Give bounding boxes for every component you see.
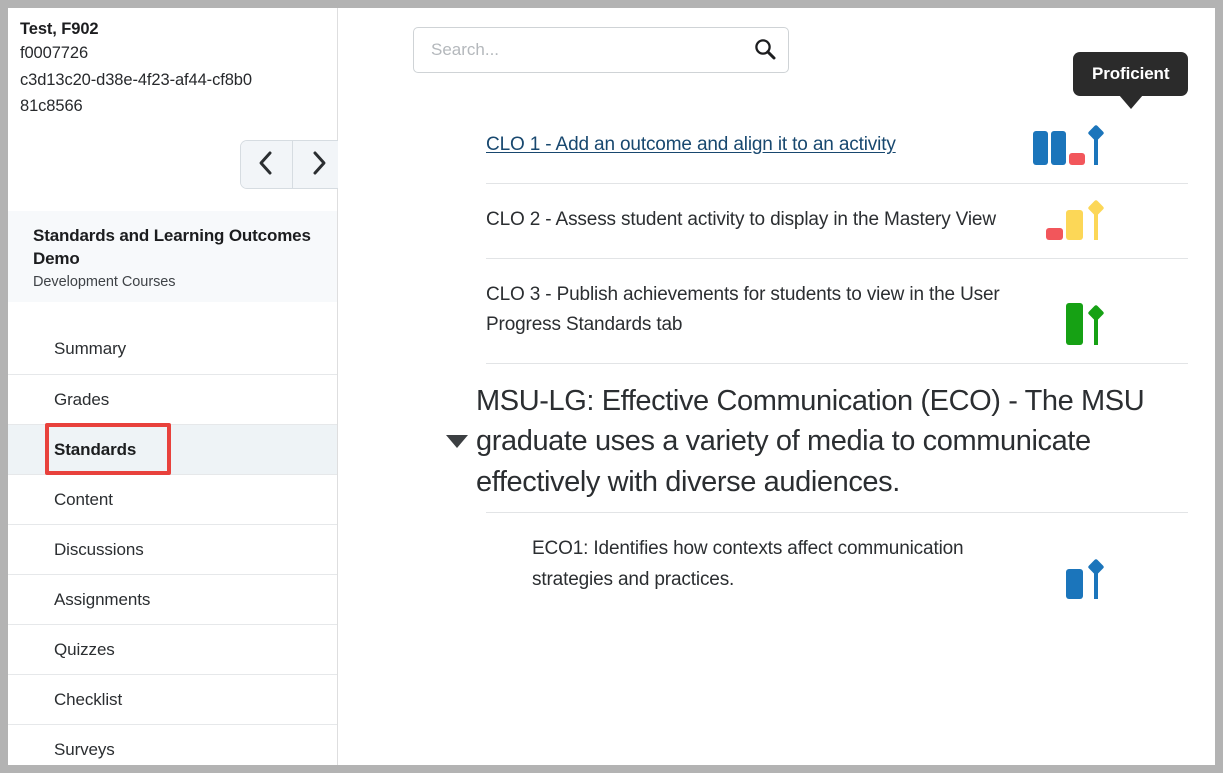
tooltip-label: Proficient	[1092, 64, 1170, 83]
indicator-bar	[1051, 130, 1067, 165]
search-bar	[413, 27, 789, 73]
outcome-link[interactable]: CLO 1 - Add an outcome and align it to a…	[486, 134, 896, 155]
sidebar: Test, F902 f0007726 c3d13c20-d38e-4f23-a…	[8, 8, 343, 765]
indicator-bar	[1046, 227, 1063, 240]
sidebar-item-surveys[interactable]: Surveys	[8, 724, 337, 765]
outcome-row: CLO 2 - Assess student activity to displ…	[338, 182, 1215, 258]
sidebar-item-assignments[interactable]: Assignments	[8, 574, 337, 624]
tooltip-arrow-icon	[1118, 95, 1143, 109]
caret-triangle	[446, 435, 468, 448]
achievement-pin-icon	[1087, 304, 1104, 346]
indicator-bar	[1069, 152, 1085, 165]
sidebar-item-label: Summary	[54, 339, 127, 358]
achievement-pin-icon	[1087, 124, 1105, 165]
achievement-pin-icon	[1087, 199, 1104, 240]
search-input[interactable]	[413, 27, 789, 73]
sidebar-item-label: Content	[54, 489, 113, 509]
sidebar-item-checklist[interactable]: Checklist	[8, 674, 337, 724]
indicator-bar	[1066, 569, 1083, 600]
row-divider	[486, 182, 1188, 184]
previous-user-button[interactable]	[241, 141, 292, 188]
sidebar-item-label: Discussions	[54, 539, 144, 559]
course-header: Standards and Learning Outcomes Demo Dev…	[8, 211, 337, 303]
proficient-tooltip: Proficient	[1073, 52, 1189, 109]
search-button[interactable]	[751, 36, 779, 64]
sidebar-item-label: Checklist	[54, 689, 123, 709]
outcome-child-row: ECO1: Identifies how contexts affect com…	[338, 511, 1215, 618]
chevron-right-icon	[310, 150, 327, 179]
indicator-bar	[1032, 130, 1049, 165]
mastery-indicator[interactable]	[1032, 124, 1133, 183]
course-title: Standards and Learning Outcomes Demo	[33, 226, 311, 268]
row-divider	[486, 363, 1188, 365]
outcome-text: CLO 2 - Assess student activity to displ…	[486, 208, 996, 230]
main-panel: Proficient CLO 1 - Add an outcome and al…	[338, 8, 1215, 765]
sidebar-item-standards[interactable]: Standards	[8, 424, 337, 474]
user-info-block: Test, F902 f0007726 c3d13c20-d38e-4f23-a…	[8, 8, 337, 119]
outcome-text: ECO1: Identifies how contexts affect com…	[532, 537, 964, 590]
app-frame: Test, F902 f0007726 c3d13c20-d38e-4f23-a…	[8, 8, 1215, 765]
row-divider	[486, 257, 1188, 259]
achievement-pin-icon	[1087, 558, 1104, 600]
caret-down-icon[interactable]	[438, 435, 476, 448]
sidebar-item-label: Surveys	[54, 739, 115, 759]
user-guid: c3d13c20-d38e-4f23-af44-cf8b081c8566	[20, 70, 252, 116]
course-subtitle: Development Courses	[33, 274, 176, 291]
indicator-bar	[1066, 209, 1083, 240]
sidebar-item-label: Grades	[54, 389, 110, 409]
outcomes-list: CLO 1 - Add an outcome and align it to a…	[338, 108, 1215, 617]
sidebar-item-quizzes[interactable]: Quizzes	[8, 624, 337, 674]
sidebar-item-label: Quizzes	[54, 639, 115, 659]
row-divider	[486, 511, 1188, 513]
outcome-row: CLO 3 - Publish achievements for student…	[338, 257, 1215, 364]
user-pager	[241, 141, 343, 188]
outcome-text: CLO 1 - Add an outcome and align it to a…	[338, 108, 1033, 183]
search-icon	[753, 37, 777, 64]
next-user-button[interactable]	[292, 141, 343, 188]
mastery-indicator[interactable]	[1033, 558, 1133, 617]
mastery-indicator[interactable]	[1033, 199, 1133, 258]
sidebar-item-grades[interactable]: Grades	[8, 374, 337, 424]
sidebar-item-label: Assignments	[54, 589, 151, 609]
sidebar-item-content[interactable]: Content	[8, 474, 337, 524]
chevron-left-icon	[258, 150, 275, 179]
sidebar-nav-list: Summary Grades Standards Content Discussions…	[8, 324, 337, 765]
user-id: f0007726	[20, 44, 89, 63]
sidebar-item-discussions[interactable]: Discussions	[8, 524, 337, 574]
sidebar-item-summary[interactable]: Summary	[8, 324, 337, 374]
mastery-indicator[interactable]	[1033, 303, 1133, 363]
indicator-bar	[1066, 303, 1083, 346]
outcome-row: CLO 1 - Add an outcome and align it to a…	[338, 108, 1215, 183]
outcome-group-title: MSU-LG: Effective Communication (ECO) - …	[476, 385, 1145, 498]
user-name: Test, F902	[20, 20, 99, 38]
outcome-group-row: MSU-LG: Effective Communication (ECO) - …	[338, 363, 1215, 512]
sidebar-item-label: Standards	[54, 439, 137, 459]
outcome-text: CLO 3 - Publish achievements for student…	[486, 283, 1000, 336]
